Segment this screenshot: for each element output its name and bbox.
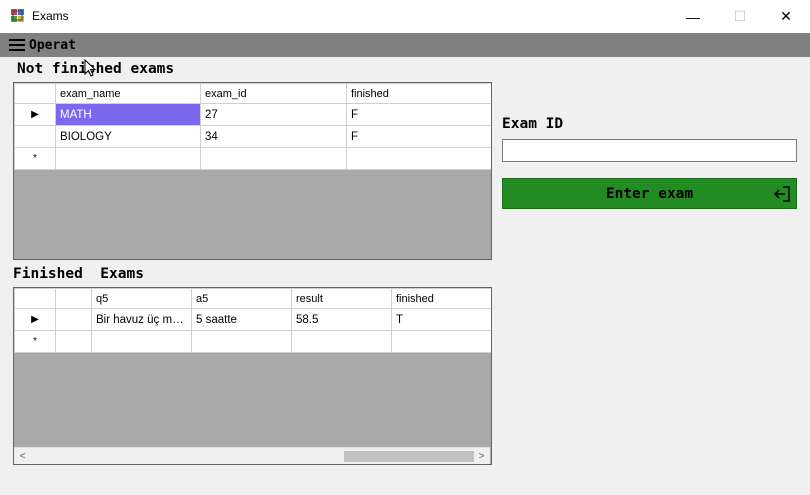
row-header-cell[interactable] bbox=[14, 125, 56, 148]
table-cell[interactable] bbox=[200, 147, 347, 170]
title-bar: Exams — ☐ ✕ bbox=[0, 0, 810, 33]
scroll-left-arrow[interactable]: < bbox=[14, 448, 31, 464]
corner-header-cell[interactable] bbox=[14, 83, 56, 104]
column-header[interactable]: q5 bbox=[91, 288, 192, 309]
minimize-button[interactable]: — bbox=[670, 0, 716, 33]
table-cell[interactable] bbox=[291, 330, 392, 353]
table-cell[interactable]: BIOLOGY bbox=[55, 125, 201, 148]
table-row[interactable]: BIOLOGY 34 F bbox=[14, 125, 491, 148]
current-row-indicator-icon[interactable]: ▶ bbox=[14, 308, 56, 331]
table-cell[interactable]: MATH bbox=[55, 103, 201, 126]
scroll-right-arrow[interactable]: > bbox=[473, 448, 490, 464]
exam-id-label: Exam ID bbox=[502, 116, 564, 132]
table-cell[interactable] bbox=[55, 330, 92, 353]
current-row-indicator-icon[interactable]: ▶ bbox=[14, 103, 56, 126]
operations-menu-label: Operat bbox=[29, 37, 76, 53]
maximize-button[interactable]: ☐ bbox=[717, 0, 763, 33]
column-header[interactable]: exam_id bbox=[200, 83, 347, 104]
horizontal-scrollbar[interactable]: < > bbox=[14, 447, 490, 464]
table-cell[interactable]: 5 saatte bbox=[191, 308, 292, 331]
app-icon bbox=[11, 9, 24, 22]
table-cell[interactable] bbox=[55, 308, 92, 331]
table-cell[interactable] bbox=[391, 330, 491, 353]
column-header[interactable] bbox=[55, 288, 92, 309]
table-row[interactable]: ▶ Bir havuz üç musluk ile 6 saatte dolma… bbox=[14, 308, 491, 331]
new-row[interactable]: * bbox=[14, 330, 491, 353]
column-header[interactable]: finished bbox=[346, 83, 491, 104]
column-header[interactable]: exam_name bbox=[55, 83, 201, 104]
corner-header-cell[interactable] bbox=[14, 288, 56, 309]
column-header[interactable]: finished bbox=[391, 288, 491, 309]
finished-grid[interactable]: q5 a5 result finished ▶ Bir havuz üç mus… bbox=[13, 287, 492, 465]
table-cell[interactable]: 34 bbox=[200, 125, 347, 148]
sign-in-icon bbox=[773, 186, 790, 202]
finished-title: Finished Exams bbox=[13, 266, 144, 282]
grid-header-row: exam_name exam_id finished bbox=[14, 83, 491, 104]
window-title: Exams bbox=[32, 9, 69, 23]
table-cell[interactable]: 58.5 bbox=[291, 308, 392, 331]
new-row-indicator-icon[interactable]: * bbox=[14, 330, 56, 353]
table-cell[interactable]: T bbox=[391, 308, 491, 331]
table-cell[interactable]: F bbox=[346, 125, 491, 148]
table-cell[interactable] bbox=[346, 147, 491, 170]
enter-exam-button-label: Enter exam bbox=[605, 185, 694, 202]
scrollbar-thumb[interactable] bbox=[344, 451, 474, 462]
exam-id-input[interactable] bbox=[502, 139, 797, 162]
hamburger-icon bbox=[9, 39, 25, 51]
enter-exam-button[interactable]: Enter exam bbox=[502, 178, 797, 209]
table-cell[interactable]: F bbox=[346, 103, 491, 126]
table-row[interactable]: ▶ MATH 27 F bbox=[14, 103, 491, 126]
table-cell[interactable]: 27 bbox=[200, 103, 347, 126]
column-header[interactable]: result bbox=[291, 288, 392, 309]
table-cell[interactable] bbox=[91, 330, 192, 353]
new-row[interactable]: * bbox=[14, 147, 491, 170]
operations-menu[interactable]: Operat bbox=[9, 36, 76, 54]
table-cell[interactable]: Bir havuz üç musluk ile 6 saatte dolmakt… bbox=[91, 308, 192, 331]
menu-bar: Operat bbox=[0, 33, 810, 57]
table-cell[interactable] bbox=[55, 147, 201, 170]
mouse-cursor-icon bbox=[84, 59, 96, 77]
new-row-indicator-icon[interactable]: * bbox=[14, 147, 56, 170]
close-button[interactable]: ✕ bbox=[763, 0, 809, 33]
table-cell[interactable] bbox=[191, 330, 292, 353]
grid-header-row: q5 a5 result finished bbox=[14, 288, 491, 309]
not-finished-grid[interactable]: exam_name exam_id finished ▶ MATH 27 F B… bbox=[13, 82, 492, 260]
column-header[interactable]: a5 bbox=[191, 288, 292, 309]
